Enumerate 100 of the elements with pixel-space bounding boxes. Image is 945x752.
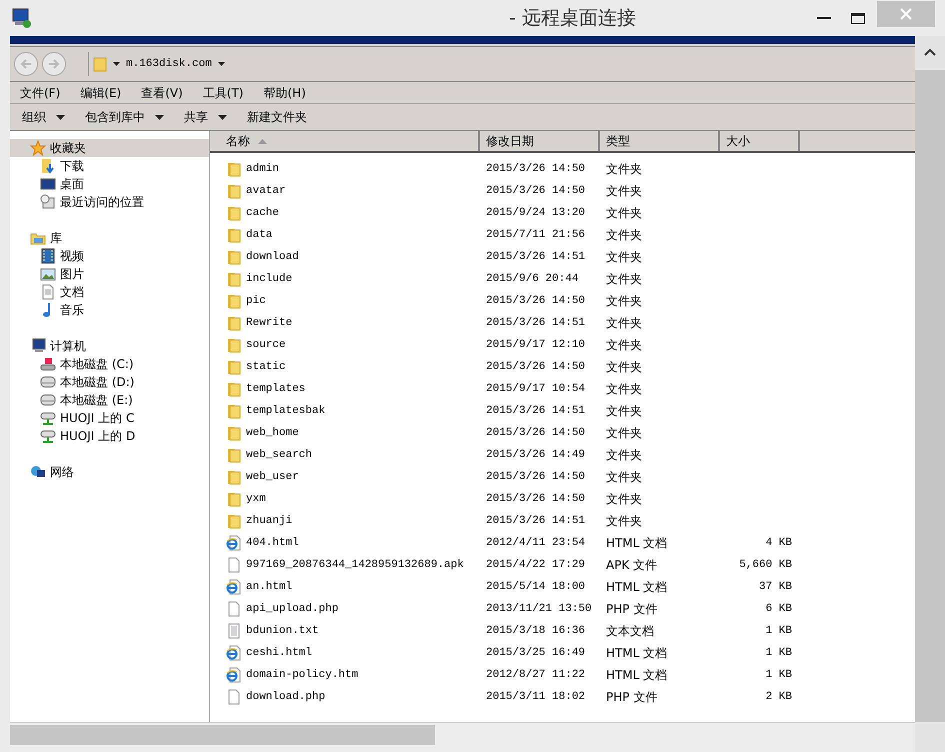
- nav-item[interactable]: 桌面: [10, 175, 209, 193]
- back-button[interactable]: [14, 52, 38, 76]
- folder-icon: [226, 249, 242, 265]
- table-cell-text: HTML 文档: [605, 645, 668, 662]
- dropdown-arrow-icon[interactable]: [218, 62, 225, 66]
- table-cell-text: 文件夹: [605, 447, 643, 464]
- file-name[interactable]: avatar: [246, 182, 286, 200]
- nav-item[interactable]: 视频: [10, 247, 209, 265]
- table-cell-text: 37 KB: [758, 580, 793, 595]
- nav-item[interactable]: 图片: [10, 265, 209, 283]
- file-name[interactable]: download: [246, 248, 299, 266]
- file-name[interactable]: web_search: [246, 446, 312, 464]
- file-name[interactable]: cache: [246, 204, 280, 222]
- folder-icon: [226, 205, 242, 221]
- nav-item[interactable]: 本地磁盘 (C:): [10, 355, 209, 373]
- menu-item[interactable]: 查看(V): [137, 84, 187, 102]
- nav-item[interactable]: 网络: [10, 463, 209, 481]
- horizontal-scrollbar[interactable]: [10, 722, 915, 746]
- column-header[interactable]: 名称: [210, 131, 480, 151]
- nav-item[interactable]: 本地磁盘 (E:): [10, 391, 209, 409]
- html-file-icon: [226, 579, 242, 595]
- table-cell-text: 2015/7/11 21:56: [485, 228, 586, 243]
- toolbar-button[interactable]: 新建文件夹: [247, 108, 307, 126]
- nav-item[interactable]: HUOJI 上的 C: [10, 409, 209, 427]
- file-name[interactable]: Rewrite: [246, 314, 292, 332]
- menu-item[interactable]: 帮助(H): [260, 84, 310, 102]
- file-name[interactable]: 404.html: [246, 534, 299, 552]
- table-cell-text: 2015/9/24 13:20: [485, 206, 586, 221]
- table-cell-text: 2015/3/26 14:49: [485, 448, 586, 463]
- nav-item[interactable]: 收藏夹: [10, 139, 209, 157]
- table-cell-text: 2015/5/14 18:00: [485, 580, 586, 595]
- menu-item[interactable]: 工具(T): [198, 84, 248, 102]
- toolbar-button[interactable]: 组织: [22, 108, 65, 126]
- file-name[interactable]: templatesbak: [246, 402, 326, 420]
- file-name[interactable]: zhuanji: [246, 512, 292, 530]
- menu-item[interactable]: 文件(F): [16, 84, 64, 102]
- nav-item[interactable]: 下载: [10, 157, 209, 175]
- file-name[interactable]: ceshi.html: [246, 644, 312, 662]
- column-header[interactable]: 修改日期: [480, 131, 600, 151]
- folder-icon: [226, 161, 242, 177]
- text-file-icon: [226, 623, 242, 639]
- star-icon: [30, 140, 46, 156]
- folder-icon: [226, 337, 242, 353]
- nav-item[interactable]: 本地磁盘 (D:): [10, 373, 209, 391]
- recent-icon: [40, 194, 56, 210]
- table-cell-text: 5,660 KB: [738, 558, 793, 573]
- table-cell-text: 文件夹: [605, 205, 643, 222]
- table-cell-text: 文件夹: [605, 227, 643, 244]
- file-name[interactable]: pic: [246, 292, 266, 310]
- nav-item[interactable]: HUOJI 上的 D: [10, 427, 209, 445]
- table-cell-text: 文件夹: [605, 403, 643, 420]
- html-file-icon: [226, 535, 242, 551]
- nav-item[interactable]: 文档: [10, 283, 209, 301]
- scroll-up-icon[interactable]: [924, 48, 936, 56]
- file-name[interactable]: an.html: [246, 578, 292, 596]
- table-cell-text: 文件夹: [605, 293, 643, 310]
- nav-item[interactable]: 库: [10, 229, 209, 247]
- column-header[interactable]: 类型: [600, 131, 720, 151]
- file-name[interactable]: templates: [246, 380, 306, 398]
- table-cell-text: 文件夹: [605, 249, 643, 266]
- file-name[interactable]: include: [246, 270, 292, 288]
- table-cell-text: 2015/3/26 14:51: [485, 250, 586, 265]
- dropdown-arrow-icon[interactable]: [113, 62, 120, 66]
- forward-arrow-icon: [47, 58, 61, 70]
- table-cell-text: 2012/4/11 23:54: [485, 536, 586, 551]
- nav-item[interactable]: 计算机: [10, 337, 209, 355]
- table-cell-text: 2015/3/26 14:50: [485, 470, 586, 485]
- file-name[interactable]: download.php: [246, 688, 326, 706]
- table-cell-text: HTML 文档: [605, 535, 668, 552]
- file-name[interactable]: yxm: [246, 490, 266, 508]
- file-name[interactable]: data: [246, 226, 272, 244]
- desktop-icon: [40, 176, 56, 192]
- nav-item[interactable]: 最近访问的位置: [10, 193, 209, 211]
- file-name[interactable]: admin: [246, 160, 280, 178]
- folder-icon: [226, 293, 242, 309]
- file-name[interactable]: 997169_20876344_1428959132689.apk: [246, 556, 464, 574]
- file-name[interactable]: bdunion.txt: [246, 622, 319, 640]
- file-name[interactable]: web_user: [246, 468, 299, 486]
- table-cell-text: 2013/11/21 13:50: [485, 602, 593, 617]
- file-name[interactable]: web_home: [246, 424, 299, 442]
- menu-item[interactable]: 编辑(E): [76, 84, 126, 102]
- table-cell-text: HTML 文档: [605, 667, 668, 684]
- close-icon: [900, 8, 912, 20]
- table-cell-text: 文件夹: [605, 491, 643, 508]
- toolbar-button[interactable]: 共享: [184, 108, 227, 126]
- forward-button[interactable]: [42, 52, 66, 76]
- nav-item[interactable]: 音乐: [10, 301, 209, 319]
- file-name[interactable]: domain-policy.htm: [246, 666, 358, 684]
- scrollbar-thumb[interactable]: [10, 724, 435, 744]
- file-name[interactable]: source: [246, 336, 286, 354]
- toolbar-button[interactable]: 包含到库中: [85, 108, 164, 126]
- table-cell-text: 2015/9/17 10:54: [485, 382, 586, 397]
- folder-icon: [226, 381, 242, 397]
- file-name[interactable]: api_upload.php: [246, 600, 338, 618]
- table-cell-text: 文件夹: [605, 161, 643, 178]
- table-cell-text: PHP 文件: [605, 601, 658, 618]
- network-drive-icon: [40, 410, 56, 426]
- table-cell-text: 2015/3/18 16:36: [485, 624, 586, 639]
- column-header[interactable]: 大小: [720, 131, 800, 151]
- file-name[interactable]: static: [246, 358, 286, 376]
